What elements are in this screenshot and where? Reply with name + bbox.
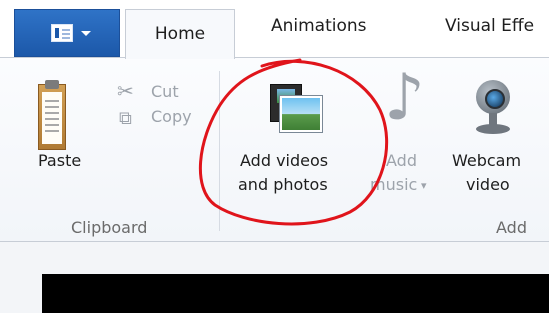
add-music-line1[interactable]: Add xyxy=(386,150,417,172)
webcam-line1[interactable]: Webcam xyxy=(452,150,521,172)
clipboard-icon[interactable] xyxy=(38,80,66,150)
music-note-icon: ♪ xyxy=(384,61,425,135)
add-group-label: Add xyxy=(496,218,527,237)
app-menu-button[interactable] xyxy=(14,9,120,57)
add-music-line2[interactable]: music xyxy=(370,174,417,196)
tab-home[interactable]: Home xyxy=(125,9,235,59)
scissors-icon: ✂ xyxy=(117,79,134,103)
film-photo-icon[interactable] xyxy=(266,80,322,135)
chevron-down-icon xyxy=(81,31,91,36)
add-videos-line2[interactable]: and photos xyxy=(238,174,328,196)
copy-button[interactable]: Copy xyxy=(151,106,192,128)
webcam-icon[interactable] xyxy=(470,80,514,140)
cut-button[interactable]: Cut xyxy=(151,81,179,103)
paste-button[interactable]: Paste xyxy=(38,150,81,172)
document-menu-icon xyxy=(51,24,73,42)
clipboard-group-label: Clipboard xyxy=(71,218,148,237)
copy-icon: ⧉ xyxy=(119,108,132,129)
webcam-line2[interactable]: video xyxy=(466,174,510,196)
tab-visual-effects[interactable]: Visual Effe xyxy=(445,16,534,36)
add-videos-line1[interactable]: Add videos xyxy=(240,150,328,172)
group-separator xyxy=(219,71,220,231)
chevron-down-icon[interactable]: ▾ xyxy=(421,175,427,197)
tab-animations[interactable]: Animations xyxy=(271,16,367,36)
video-preview xyxy=(42,274,549,313)
ribbon-tabbar: Home Animations Visual Effe xyxy=(0,0,549,59)
